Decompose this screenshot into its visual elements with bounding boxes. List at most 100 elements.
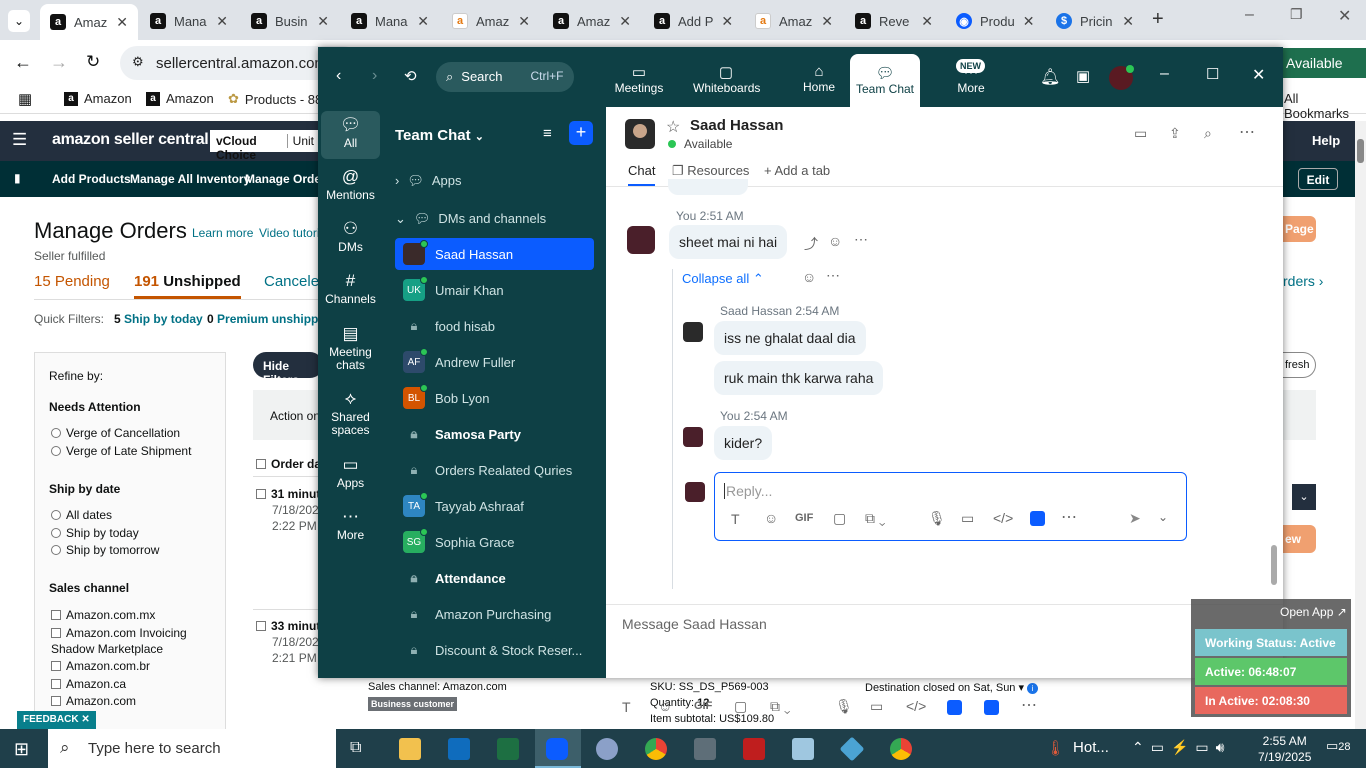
channel-item[interactable]: 🔒︎ food hisab xyxy=(395,310,594,342)
tab-add[interactable]: + Add a tab xyxy=(764,163,830,178)
close-tab-icon[interactable]: ✕ xyxy=(921,13,933,30)
snipping-tool-icon[interactable] xyxy=(596,738,618,760)
team-chat-header[interactable]: Team Chat ⌄ xyxy=(395,127,484,144)
browser-tab[interactable]: a Amaz ✕ xyxy=(745,6,843,36)
info-icon[interactable]: i xyxy=(1027,683,1039,694)
contact-item[interactable]: TA Tayyab Ashraaf xyxy=(395,490,594,522)
destination-line[interactable]: Destination closed on Sat, Sun ▾ i xyxy=(865,681,1039,694)
tab-pending[interactable]: 15 Pending xyxy=(34,273,110,290)
close-tab-icon[interactable]: ✕ xyxy=(417,13,429,30)
contact-avatar[interactable] xyxy=(625,119,655,149)
notification-center[interactable]: ▭28 xyxy=(1326,738,1351,754)
close-tab-icon[interactable]: ✕ xyxy=(821,13,833,30)
mic-icon[interactable]: 🎙︎ xyxy=(835,698,853,715)
browser-tab[interactable]: a Amaz ✕ xyxy=(543,6,641,36)
search-box[interactable]: ⌕ Search Ctrl+F xyxy=(436,62,574,92)
filter-verge-cancel[interactable]: Verge of Cancellation xyxy=(51,426,180,440)
weather-widget[interactable]: 🌡︎ Hot... xyxy=(1046,739,1109,757)
notes-icon[interactable] xyxy=(792,738,814,760)
close-tab-icon[interactable]: ✕ xyxy=(116,14,128,31)
browser-tab[interactable]: ◉ Produ ✕ xyxy=(946,6,1044,36)
help-link[interactable]: Help xyxy=(1312,133,1340,148)
bookmark-amazon-1[interactable]: a Amazon xyxy=(64,91,132,106)
contact-item[interactable]: Saad Hassan xyxy=(395,238,594,270)
chat-scrollbar[interactable] xyxy=(1271,545,1277,585)
video-message-icon[interactable]: ▭ xyxy=(961,510,974,527)
refresh-button[interactable]: fresh xyxy=(1283,352,1316,378)
filter-all-dates[interactable]: All dates xyxy=(51,508,112,522)
close-tab-icon[interactable]: ✕ xyxy=(619,13,631,30)
message-more-icon[interactable]: ⋯ xyxy=(854,231,868,248)
search-chat-icon[interactable]: ⌕ xyxy=(1204,125,1212,142)
tab-resources[interactable]: ❐ Resources xyxy=(672,163,749,179)
topnav-team-chat[interactable]: 💬︎ Team Chat xyxy=(850,54,920,107)
dms-channels-row[interactable]: ⌄ 💬︎ DMs and channels xyxy=(395,211,546,227)
reply-composer[interactable]: Reply... T ☺ GIF ▢ ⧉ ⌄ 🎙︎ ▭ </> ⋯ ➤ ⌄ xyxy=(714,472,1187,541)
contact-item[interactable]: AF Andrew Fuller xyxy=(395,346,594,378)
zoom-app-icon[interactable] xyxy=(546,738,568,760)
open-app-link[interactable]: Open App ↗ xyxy=(1280,605,1347,619)
orders-link[interactable]: rders › xyxy=(1283,273,1323,289)
emoji-icon[interactable]: ☺ xyxy=(764,510,778,526)
thread-react-icon[interactable]: ☺ xyxy=(802,269,816,285)
format-text-icon[interactable]: T xyxy=(622,699,631,715)
taskbar-search[interactable]: ⌕ Type here to search xyxy=(48,729,336,768)
gif-icon[interactable]: GIF xyxy=(694,700,712,712)
clock[interactable]: 2:55 AM 7/19/2025 xyxy=(1258,733,1311,765)
contact-item[interactable]: BL Bob Lyon xyxy=(395,382,594,414)
share-screen-icon[interactable]: ⇪ xyxy=(1169,125,1181,142)
site-info-icon[interactable]: ⚙ xyxy=(132,54,144,70)
filter-invoicing[interactable]: Amazon.com Invoicing Shadow Marketplace xyxy=(51,625,201,657)
filter-com[interactable]: Amazon.com xyxy=(51,694,136,708)
collapse-all-link[interactable]: Collapse all ⌃ xyxy=(682,271,764,287)
close-tab-icon[interactable]: ✕ xyxy=(216,13,228,30)
video-message-icon[interactable]: ▭ xyxy=(870,698,883,715)
code-icon[interactable]: </> xyxy=(993,510,1013,526)
app-icon[interactable] xyxy=(1030,511,1045,526)
star-icon[interactable]: ☆ xyxy=(666,117,680,137)
rail-meeting-chats[interactable]: ▤ Meeting chats xyxy=(318,324,383,372)
bookmark-products[interactable]: ✿ Products - 88 xyxy=(228,91,322,107)
rail-mentions[interactable]: @ Mentions xyxy=(318,167,383,202)
browser-tab[interactable]: a Mana ✕ xyxy=(140,6,238,36)
send-icon[interactable]: ➤ xyxy=(1129,510,1141,527)
topnav-home[interactable]: ⌂ Home xyxy=(786,57,852,101)
apps-row[interactable]: › 💬︎ Apps xyxy=(395,173,462,189)
screenshot-icon[interactable]: ⧉ ⌄ xyxy=(865,510,886,527)
close-tab-icon[interactable]: ✕ xyxy=(1122,13,1134,30)
reload-icon[interactable]: ↻ xyxy=(86,52,100,72)
app-icon[interactable] xyxy=(947,700,962,715)
feedback-tab[interactable]: FEEDBACK ✕ xyxy=(17,711,96,729)
close-tab-icon[interactable]: ✕ xyxy=(518,13,530,30)
chrome-icon[interactable] xyxy=(645,738,667,760)
store-selector[interactable]: vCloud Choice Unit xyxy=(210,130,320,162)
filter-icon[interactable]: ≡ xyxy=(543,125,552,142)
contact-name[interactable]: Saad Hassan xyxy=(690,117,783,134)
page-button[interactable]: Page xyxy=(1283,216,1316,242)
gif-icon[interactable]: GIF xyxy=(795,512,813,524)
video-tutorial-link[interactable]: Video tutori xyxy=(259,226,320,240)
filter-br[interactable]: Amazon.com.br xyxy=(51,659,150,673)
close-tab-icon[interactable]: ✕ xyxy=(721,13,733,30)
page-scrollbar[interactable] xyxy=(1355,121,1366,729)
close-window-icon[interactable]: ✕ xyxy=(1338,6,1351,26)
rail-shared-spaces[interactable]: ⟡ Shared spaces xyxy=(318,389,383,437)
minimize-window-icon[interactable]: – xyxy=(1245,6,1254,24)
rail-apps[interactable]: ▭ Apps xyxy=(318,455,383,490)
react-emoji-icon[interactable]: ☺ xyxy=(828,233,842,249)
browser-tab[interactable]: a Add P ✕ xyxy=(644,6,742,36)
history-icon[interactable]: ⟲ xyxy=(404,67,417,85)
message-bubble[interactable]: sheet mai ni hai xyxy=(669,225,788,259)
rail-all[interactable]: 💬︎ All xyxy=(318,115,383,150)
video-call-icon[interactable]: ▭ xyxy=(1134,125,1147,142)
channel-item[interactable]: 🔒︎ Orders Realated Quries xyxy=(395,454,594,486)
hide-filters-button[interactable]: Hide Filters xyxy=(253,352,323,387)
reply-bubble[interactable]: ruk main thk karwa raha xyxy=(714,361,884,395)
reply-bubble[interactable]: kider? xyxy=(714,426,773,460)
filter-ship-today[interactable]: Ship by today xyxy=(51,526,139,540)
topnav-meetings[interactable]: ▭ Meetings xyxy=(606,57,672,101)
windows-start-icon[interactable]: ⊞ xyxy=(14,739,29,760)
rail-dms[interactable]: ⚇ DMs xyxy=(318,219,383,254)
forward-icon[interactable]: › xyxy=(372,67,377,85)
filter-ca[interactable]: Amazon.ca xyxy=(51,677,126,691)
